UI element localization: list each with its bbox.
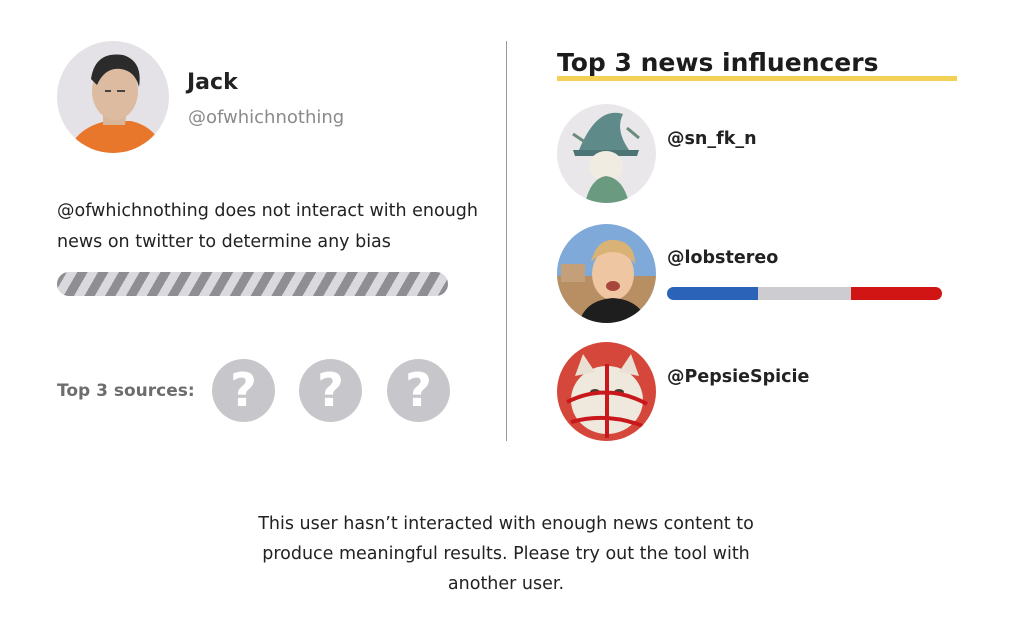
bias-segment-1 [667, 287, 758, 300]
influencer-handle-1[interactable]: @sn_fk_n [667, 129, 757, 149]
title-underline [557, 76, 957, 81]
influencer-bias-bar [667, 287, 942, 300]
influencer-avatar-3[interactable] [557, 342, 656, 441]
bias-message: @ofwhichnothing does not interact with e… [57, 201, 478, 252]
influencer-handle-2[interactable]: @lobstereo [667, 248, 778, 268]
user-avatar [57, 41, 169, 153]
influencers-title: Top 3 news influencers [557, 48, 879, 77]
panel-divider [506, 41, 507, 441]
influencer-handle-3[interactable]: @PepsieSpicie [667, 367, 809, 387]
footer-message: This user hasn’t interacted with enough … [258, 514, 754, 594]
bias-segment-3 [851, 287, 942, 300]
user-handle: @ofwhichnothing [188, 107, 345, 128]
unknown-bias-bar [57, 272, 448, 296]
source-placeholder-1: ? [212, 359, 275, 422]
top-sources-label: Top 3 sources: [57, 381, 195, 401]
influencer-avatar-1[interactable] [557, 104, 656, 203]
user-name: Jack [187, 70, 238, 95]
source-placeholder-2: ? [299, 359, 362, 422]
source-placeholder-3: ? [387, 359, 450, 422]
bias-segment-2 [757, 287, 852, 300]
influencer-avatar-2[interactable] [557, 224, 656, 323]
